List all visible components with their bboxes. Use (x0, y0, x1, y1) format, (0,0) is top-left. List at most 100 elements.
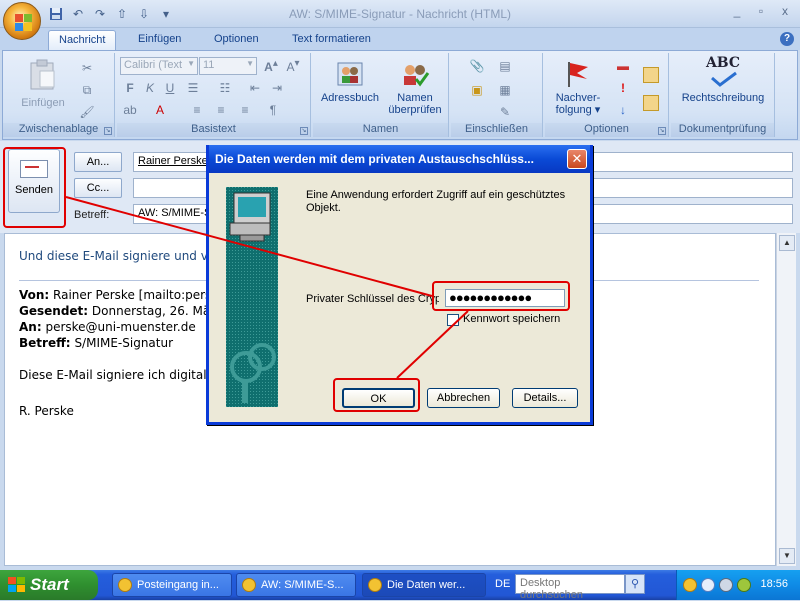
chevron-down-icon: ▼ (187, 59, 195, 68)
clock: 18:56 (760, 578, 788, 590)
task-inbox[interactable]: Posteingang in... (112, 573, 232, 597)
task-message[interactable]: AW: S/MIME-S... (236, 573, 356, 597)
group-einschliessen: 📎 ▤ ▣ ▦ ✎ Einschließen (451, 53, 543, 137)
desktop-search-input[interactable]: Desktop durchsuchen (515, 574, 625, 601)
encrypt-icon[interactable] (643, 95, 659, 111)
from-value: Rainer Perske [mailto:persk (53, 288, 219, 302)
arrow-up-icon[interactable]: ⇧ (114, 6, 130, 22)
attach-file-icon[interactable]: 📎 (469, 59, 485, 75)
subject-label: Betreff: (74, 209, 110, 221)
check-names-button[interactable]: Namen überprüfen (383, 59, 447, 116)
undo-icon[interactable]: ↶ (70, 6, 86, 22)
help-icon[interactable]: ? (780, 32, 794, 46)
high-importance-icon[interactable]: ! (615, 81, 631, 97)
task-dialog[interactable]: Die Daten wer... (362, 573, 486, 597)
underline-button[interactable]: U (162, 81, 178, 97)
window-title: AW: S/MIME-Signatur - Nachricht (HTML) (288, 7, 512, 21)
vertical-scrollbar[interactable]: ▲ ▼ (776, 233, 796, 566)
close-icon[interactable]: x (774, 4, 796, 20)
scroll-up-icon[interactable]: ▲ (779, 235, 795, 251)
business-card-icon[interactable]: ▣ (469, 83, 485, 99)
calendar-icon[interactable]: ▦ (497, 83, 513, 99)
clipboard-icon (13, 59, 73, 94)
customize-icon[interactable]: ▾ (158, 6, 174, 22)
cut-icon[interactable]: ✂ (79, 61, 95, 77)
cc-button[interactable]: Cc... (74, 178, 122, 198)
task-label: AW: S/MIME-S... (261, 579, 344, 591)
bold-button[interactable]: F (122, 81, 138, 97)
tab-text-formatieren[interactable]: Text formatieren (282, 30, 381, 50)
details-button[interactable]: Details... (512, 388, 578, 408)
to-button[interactable]: An... (74, 152, 122, 172)
sign-icon[interactable] (643, 67, 659, 83)
system-tray: 18:56 (676, 570, 800, 600)
italic-button[interactable]: K (142, 81, 158, 97)
office-button[interactable] (3, 2, 41, 40)
numbering-icon[interactable]: ☷ (217, 81, 233, 97)
address-book-icon (335, 59, 365, 89)
computer-key-icon (226, 187, 278, 407)
tab-optionen[interactable]: Optionen (204, 30, 269, 50)
to-value: perske@uni-muenster.de (45, 320, 196, 334)
to-recipient: Rainer Perske (138, 155, 208, 167)
flag-icon (563, 59, 593, 89)
abc-text: ABC (705, 55, 741, 71)
copy-icon[interactable]: ⧉ (79, 83, 95, 99)
align-center-icon[interactable]: ≡ (213, 103, 229, 119)
save-icon[interactable] (48, 6, 64, 22)
format-painter-icon[interactable]: 🖌 (79, 105, 95, 121)
task-label: Posteingang in... (137, 579, 219, 591)
bullets-icon[interactable]: ☰ (185, 81, 201, 97)
dialog-launcher-icon[interactable]: ↘ (104, 127, 112, 135)
tab-einfuegen[interactable]: Einfügen (128, 30, 191, 50)
grow-font-icon[interactable]: A▴ (263, 58, 279, 74)
spelling-label: Rechtschreibung (681, 92, 765, 104)
paste-button[interactable]: Einfügen (13, 59, 73, 109)
categorize-icon[interactable]: ▬ (615, 59, 631, 75)
redo-icon[interactable]: ↷ (92, 6, 108, 22)
cancel-button[interactable]: Abbrechen (427, 388, 500, 408)
arrow-down-icon[interactable]: ⇩ (136, 6, 152, 22)
attach-item-icon[interactable]: ▤ (497, 59, 513, 75)
search-tray-icon[interactable] (701, 578, 715, 592)
group-label: Namen (313, 123, 448, 137)
security-icon[interactable] (737, 578, 751, 592)
search-icon[interactable]: ⚲ (625, 574, 645, 594)
font-size-combo[interactable]: 11 ▼ (199, 57, 257, 75)
highlight-icon[interactable]: ab (122, 103, 138, 119)
ribbon: Einfügen ✂ ⧉ 🖌 Zwischenablage ↘ Calibri … (2, 50, 798, 140)
align-right-icon[interactable]: ≡ (237, 103, 253, 119)
group-label: Einschließen (451, 123, 542, 137)
office-logo-square (24, 23, 32, 31)
dialog-launcher-icon[interactable]: ↘ (658, 127, 666, 135)
quick-access-toolbar: ↶ ↷ ⇧ ⇩ ▾ (48, 5, 174, 23)
shrink-font-icon[interactable]: A▾ (285, 58, 301, 74)
decrease-indent-icon[interactable]: ⇤ (247, 81, 263, 97)
language-indicator[interactable]: DE (495, 578, 510, 590)
start-button[interactable]: Start (0, 570, 98, 600)
font-color-icon[interactable]: A (152, 103, 168, 119)
remember-password-checkbox[interactable] (447, 314, 459, 326)
spelling-button[interactable]: ABC Rechtschreibung (675, 55, 771, 104)
network-icon[interactable] (719, 578, 733, 592)
minimize-icon[interactable]: _ (726, 4, 748, 20)
follow-up-button[interactable]: Nachver- folgung ▾ (549, 59, 607, 116)
maximize-icon[interactable]: ▫ (750, 4, 772, 20)
align-left-icon[interactable]: ≡ (189, 103, 205, 119)
title-bar: ↶ ↷ ⇧ ⇩ ▾ AW: S/MIME-Signatur - Nachrich… (0, 0, 800, 40)
password-label: Privater Schlüssel des CryptoAPI (306, 293, 439, 305)
group-label: Optionen (545, 123, 668, 137)
dialog-launcher-icon[interactable]: ↘ (300, 127, 308, 135)
address-book-button[interactable]: Adressbuch (317, 59, 383, 104)
window-controls: _ ▫ x (726, 4, 796, 20)
task-label: Die Daten wer... (387, 579, 466, 591)
low-importance-icon[interactable]: ↓ (615, 103, 631, 119)
scroll-down-icon[interactable]: ▼ (779, 548, 795, 564)
font-name-combo[interactable]: Calibri (Text ▼ (120, 57, 198, 75)
signature-icon[interactable]: ✎ (497, 105, 513, 121)
dialog-close-icon[interactable]: ✕ (567, 149, 587, 169)
outlook-tray-icon[interactable] (683, 578, 697, 592)
styles-icon[interactable]: ¶ (265, 103, 281, 119)
tab-nachricht[interactable]: Nachricht (48, 30, 117, 50)
increase-indent-icon[interactable]: ⇥ (269, 81, 285, 97)
